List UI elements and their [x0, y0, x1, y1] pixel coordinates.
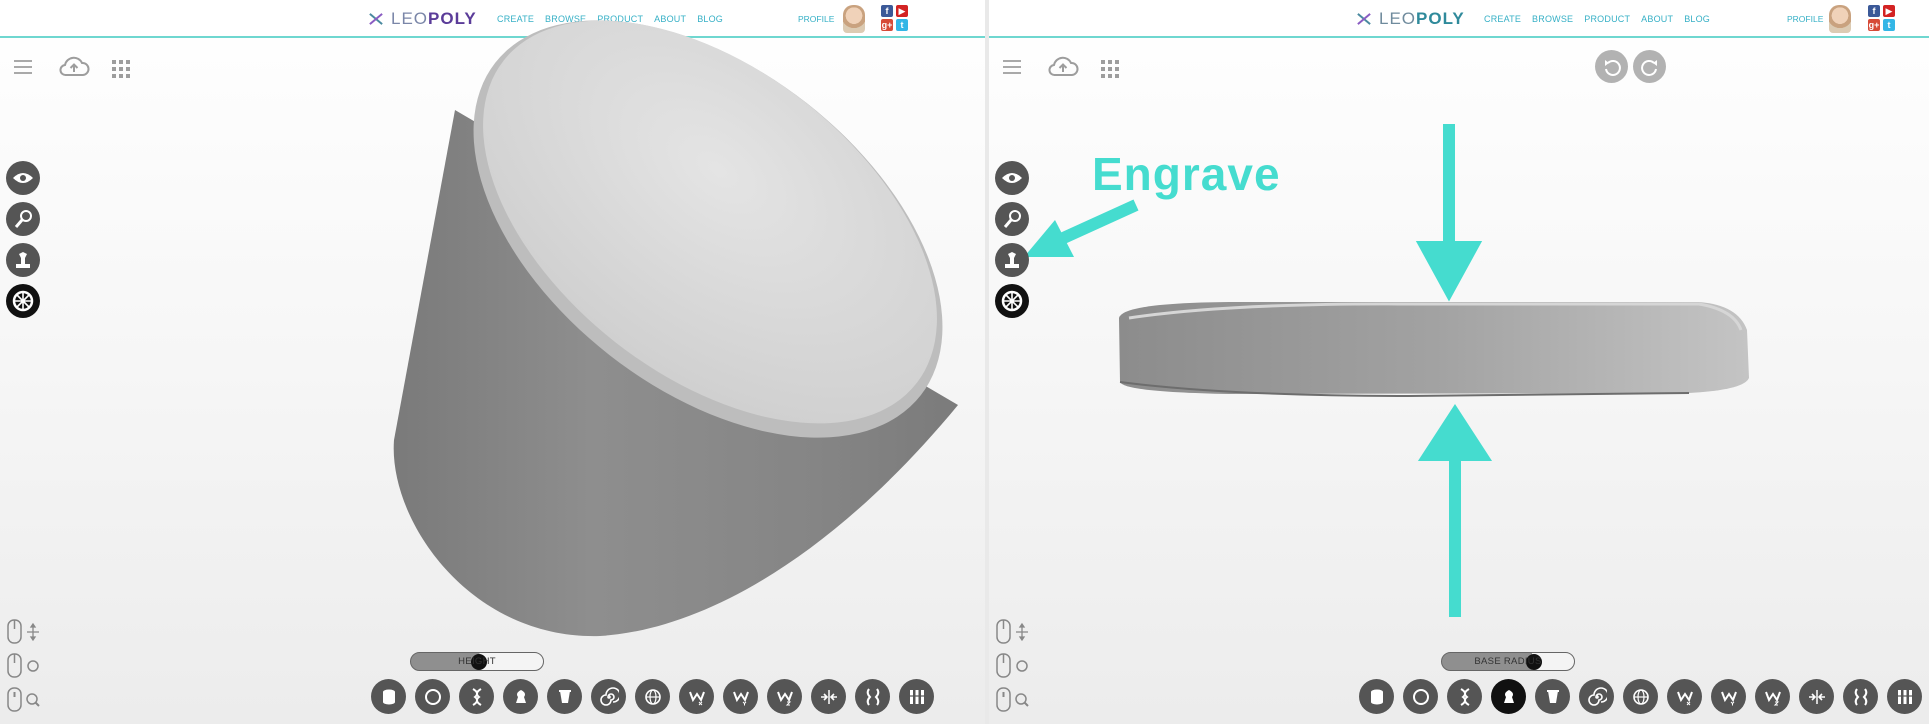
shape-wave-z[interactable]	[1755, 679, 1790, 714]
brush-icon	[1003, 210, 1021, 228]
pinch-icon	[1503, 689, 1514, 703]
shape-wave-z[interactable]	[767, 679, 802, 714]
wave-z-icon	[1764, 691, 1781, 705]
sphere-icon	[644, 688, 661, 705]
mouse-rotate-icon	[7, 653, 39, 678]
shape-wave-y[interactable]	[723, 679, 758, 714]
shape-columns[interactable]	[899, 679, 934, 714]
shape-toolbar	[371, 679, 934, 714]
stamp-icon	[16, 252, 30, 268]
wave-x-icon	[1676, 691, 1693, 705]
wheel-icon	[12, 290, 34, 312]
mouse-hints	[6, 618, 44, 714]
shape-taper[interactable]	[1535, 679, 1570, 714]
disc-model[interactable]	[989, 0, 1929, 724]
spiral-icon	[1587, 686, 1607, 706]
compress-icon	[1808, 689, 1825, 704]
shape-columns[interactable]	[1887, 679, 1922, 714]
texture-tool[interactable]	[6, 284, 40, 318]
mouse-pan-hint	[995, 618, 1033, 646]
shape-spiral[interactable]	[1579, 679, 1614, 714]
cone-model[interactable]	[0, 0, 985, 724]
side-tools	[6, 161, 40, 318]
mouse-rotate-hint	[995, 652, 1033, 680]
shape-circle[interactable]	[415, 679, 450, 714]
shape-cylinder[interactable]	[371, 679, 406, 714]
shape-bulge[interactable]	[459, 679, 494, 714]
columns-icon	[1896, 689, 1913, 704]
view-tool[interactable]	[995, 161, 1029, 195]
compress-icon	[820, 689, 837, 704]
height-slider[interactable]: HEIGHT	[410, 652, 544, 671]
base-radius-slider[interactable]: BASE RADIUS	[1441, 652, 1575, 671]
paint-tool[interactable]	[995, 202, 1029, 236]
circle-icon	[1412, 688, 1429, 705]
wave-z-icon	[776, 691, 793, 705]
paint-tool[interactable]	[6, 202, 40, 236]
left-panel: LEOPOLY CREATE BROWSE PRODUCT ABOUT BLOG…	[0, 0, 985, 724]
shape-cylinder[interactable]	[1359, 679, 1394, 714]
mouse-zoom-icon	[7, 687, 40, 712]
shape-spiral[interactable]	[591, 679, 626, 714]
mouse-pan-icon	[7, 619, 39, 644]
slider-label: BASE RADIUS	[1474, 656, 1542, 667]
eye-icon	[1002, 173, 1022, 183]
side-tools	[995, 161, 1029, 318]
bulge-icon	[471, 687, 482, 706]
mouse-pan-hint	[6, 618, 44, 646]
engrave-tool[interactable]	[6, 243, 40, 277]
shape-compress[interactable]	[1799, 679, 1834, 714]
mouse-zoom-hint	[995, 686, 1033, 714]
columns-icon	[908, 689, 925, 704]
twist-icon	[866, 687, 879, 706]
shape-bulge[interactable]	[1447, 679, 1482, 714]
cylinder-icon	[382, 689, 395, 704]
twist-icon	[1854, 687, 1867, 706]
shape-taper[interactable]	[547, 679, 582, 714]
engrave-tool[interactable]	[995, 243, 1029, 277]
view-tool[interactable]	[6, 161, 40, 195]
shape-pinch[interactable]	[1491, 679, 1526, 714]
spiral-icon	[599, 686, 619, 706]
wave-y-icon	[1720, 691, 1737, 705]
pinch-icon	[515, 689, 526, 703]
wave-y-icon	[732, 691, 749, 705]
mouse-zoom-hint	[6, 686, 44, 714]
circle-icon	[424, 688, 441, 705]
mouse-zoom-icon	[996, 687, 1029, 712]
shape-wave-y[interactable]	[1711, 679, 1746, 714]
shape-sphere[interactable]	[1623, 679, 1658, 714]
wheel-icon	[1001, 290, 1023, 312]
engrave-annotation: Engrave	[1092, 148, 1281, 200]
stamp-icon	[1005, 252, 1019, 268]
right-panel: LEOPOLY CREATE BROWSE PRODUCT ABOUT BLOG…	[989, 0, 1929, 724]
shape-wave-x[interactable]	[679, 679, 714, 714]
shape-circle[interactable]	[1403, 679, 1438, 714]
taper-icon	[1546, 689, 1559, 703]
shape-pinch[interactable]	[503, 679, 538, 714]
texture-tool[interactable]	[995, 284, 1029, 318]
shape-twist[interactable]	[1843, 679, 1878, 714]
wave-x-icon	[688, 691, 705, 705]
shape-toolbar	[1359, 679, 1922, 714]
sphere-icon	[1632, 688, 1649, 705]
mouse-hints	[995, 618, 1033, 714]
cylinder-icon	[1370, 689, 1383, 704]
eye-icon	[13, 173, 33, 183]
brush-icon	[14, 210, 32, 228]
mouse-rotate-icon	[996, 653, 1028, 678]
taper-icon	[558, 689, 571, 703]
slider-label: HEIGHT	[458, 656, 496, 667]
shape-compress[interactable]	[811, 679, 846, 714]
mouse-rotate-hint	[6, 652, 44, 680]
shape-wave-x[interactable]	[1667, 679, 1702, 714]
bulge-icon	[1459, 687, 1470, 706]
shape-twist[interactable]	[855, 679, 890, 714]
shape-sphere[interactable]	[635, 679, 670, 714]
mouse-pan-icon	[996, 619, 1028, 644]
